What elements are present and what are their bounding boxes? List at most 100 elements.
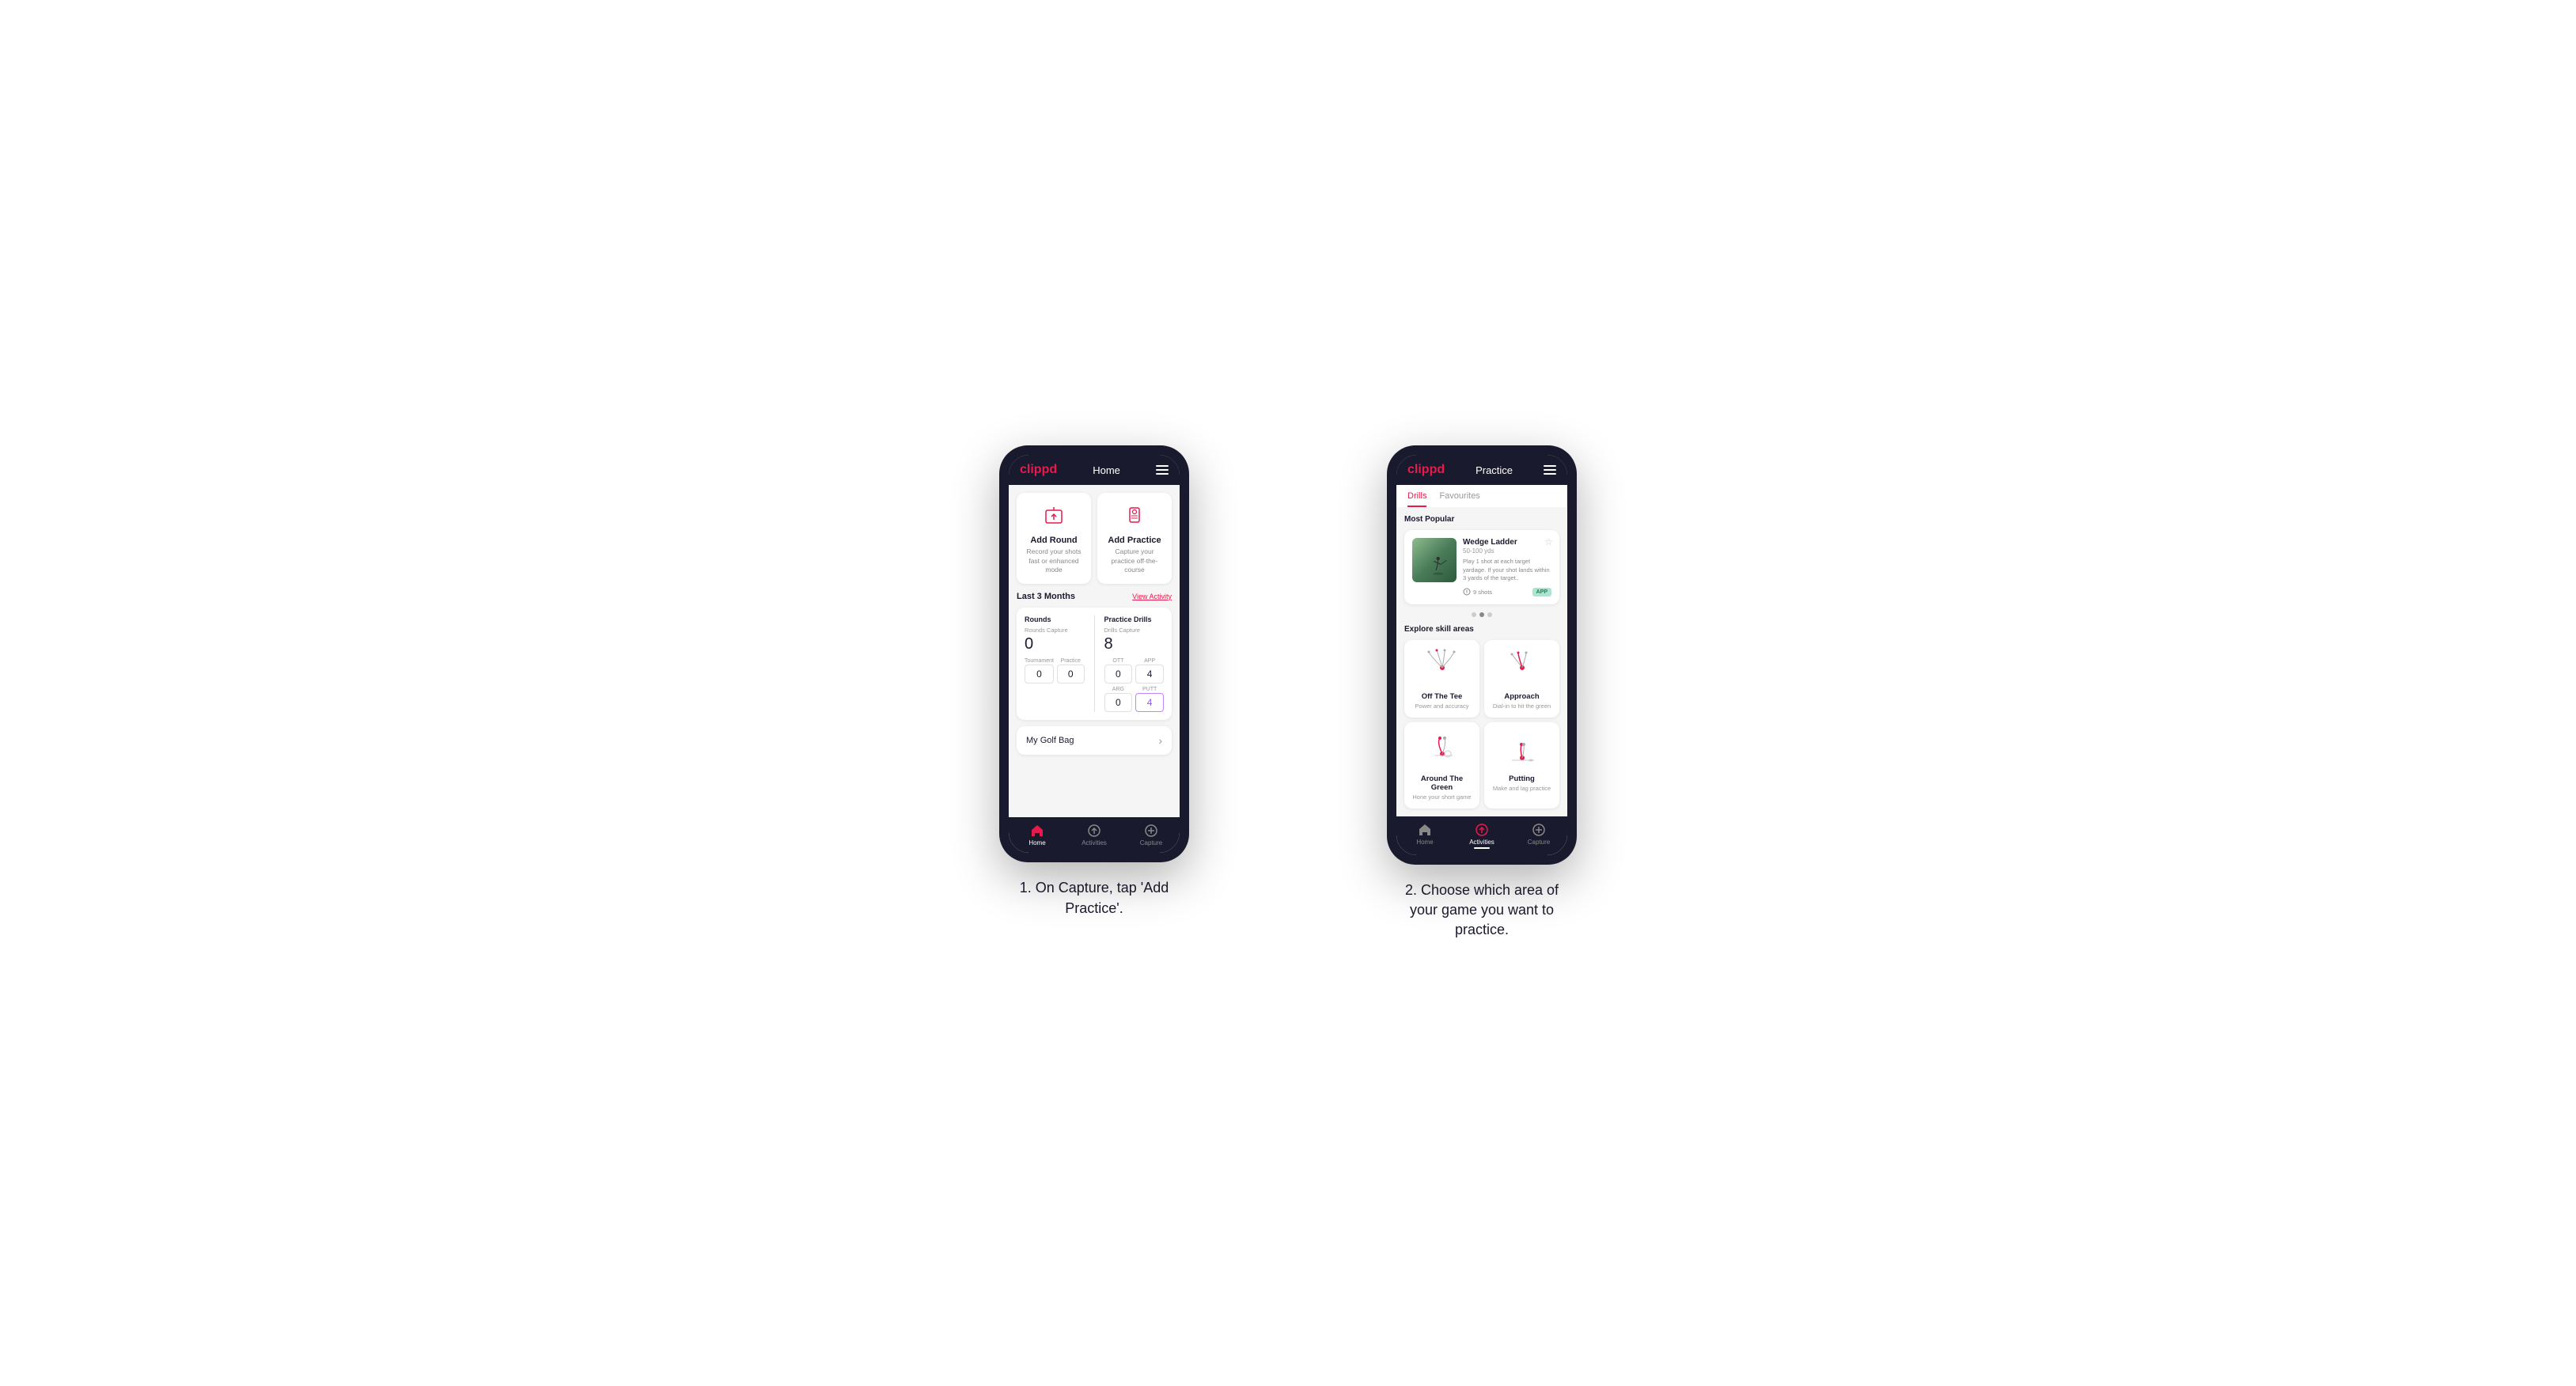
phone-1-screen: clippd Home <box>1009 455 1180 853</box>
chevron-right-icon: › <box>1158 734 1162 747</box>
tab-favourites[interactable]: Favourites <box>1439 485 1479 507</box>
off-the-tee-illustration <box>1412 648 1472 687</box>
instruction-2: 2. Choose which area of your game you wa… <box>1395 880 1569 941</box>
phone-1-section: clippd Home <box>932 445 1256 918</box>
practice-item: Practice 0 <box>1057 658 1085 684</box>
featured-drill-info: Wedge Ladder 50-100 yds Play 1 shot at e… <box>1463 538 1551 596</box>
shots-count: 9 shots <box>1473 589 1492 596</box>
add-practice-card[interactable]: Add Practice Capture your practice off-t… <box>1097 493 1172 583</box>
phone1-header: clippd Home <box>1009 455 1180 485</box>
dot-3 <box>1487 612 1492 617</box>
putt-value: 4 <box>1135 693 1164 712</box>
nav-activities-label: Activities <box>1082 839 1107 846</box>
featured-drill-title: Wedge Ladder <box>1463 538 1551 547</box>
tournament-label: Tournament <box>1025 658 1054 664</box>
putting-title: Putting <box>1492 774 1551 783</box>
off-the-tee-subtitle: Power and accuracy <box>1412 702 1472 710</box>
activities-underline <box>1474 847 1490 849</box>
skill-grid: Off The Tee Power and accuracy <box>1404 640 1559 808</box>
phone2-header: clippd Practice <box>1396 455 1567 485</box>
featured-drill-card[interactable]: Wedge Ladder 50-100 yds Play 1 shot at e… <box>1404 530 1559 604</box>
drills-capture-label: Drills Capture <box>1104 627 1165 634</box>
dots-indicator <box>1404 612 1559 617</box>
phone2-nav-activities[interactable]: Activities <box>1453 816 1510 855</box>
tabs-row: Drills Favourites <box>1396 485 1567 507</box>
skill-card-approach[interactable]: Approach Dial-in to hit the green <box>1484 640 1559 718</box>
phone2-nav-activities-label: Activities <box>1469 839 1494 846</box>
tab-drills[interactable]: Drills <box>1407 485 1426 507</box>
skill-card-around-green[interactable]: Around The Green Hone your short game <box>1404 722 1479 808</box>
around-green-title: Around The Green <box>1412 774 1472 792</box>
drills-col: Practice Drills Drills Capture 8 OTT 0 <box>1104 615 1165 712</box>
my-golf-bag-row[interactable]: My Golf Bag › <box>1017 726 1172 755</box>
add-round-icon <box>1040 502 1068 531</box>
off-the-tee-title: Off The Tee <box>1412 692 1472 701</box>
nav-capture-label: Capture <box>1140 839 1162 846</box>
phone2-menu-icon[interactable] <box>1544 465 1556 475</box>
ott-item: OTT 0 <box>1104 658 1133 684</box>
phone1-content: Add Round Record your shots fast or enha… <box>1009 485 1180 817</box>
putt-item: PUTT 4 <box>1135 687 1164 712</box>
around-green-subtitle: Hone your short game <box>1412 793 1472 801</box>
featured-drill-image <box>1412 538 1457 582</box>
last3months-title: Last 3 Months <box>1017 592 1075 601</box>
menu-icon[interactable] <box>1156 465 1169 475</box>
phone1-header-title: Home <box>1093 464 1120 476</box>
putting-illustration <box>1492 730 1551 770</box>
featured-drill-footer: 9 shots APP <box>1463 588 1551 596</box>
app-value: 4 <box>1135 665 1164 684</box>
approach-subtitle: Dial-in to hit the green <box>1492 702 1551 710</box>
skill-card-putting[interactable]: Putting Make and lag practice <box>1484 722 1559 808</box>
putting-subtitle: Make and lag practice <box>1492 785 1551 792</box>
approach-illustration <box>1492 648 1551 687</box>
shots-info: 9 shots <box>1463 588 1492 596</box>
phone2-nav-home[interactable]: Home <box>1396 816 1453 855</box>
practice-value: 0 <box>1057 665 1085 684</box>
tournament-item: Tournament 0 <box>1025 658 1054 684</box>
rounds-col: Rounds Rounds Capture 0 Tournament 0 <box>1025 615 1085 712</box>
skill-card-off-the-tee[interactable]: Off The Tee Power and accuracy <box>1404 640 1479 718</box>
rounds-capture-label: Rounds Capture <box>1025 627 1085 634</box>
rounds-capture-value: 0 <box>1025 635 1085 653</box>
ott-value: 0 <box>1104 665 1133 684</box>
phone1-bottom-nav: Home Activities <box>1009 817 1180 853</box>
featured-drill-distance: 50-100 yds <box>1463 547 1551 555</box>
phone2-logo: clippd <box>1407 463 1445 477</box>
arg-label: ARG <box>1104 687 1133 692</box>
rounds-sub-grid: Tournament 0 Practice 0 <box>1025 658 1085 684</box>
phone2-header-title: Practice <box>1476 464 1513 476</box>
most-popular-title: Most Popular <box>1404 515 1559 524</box>
phone-1-frame: clippd Home <box>999 445 1189 862</box>
phone-2-section: clippd Practice Drills Favourites Most P… <box>1320 445 1644 940</box>
instruction-2-text: 2. Choose which area of your game you wa… <box>1395 880 1569 941</box>
around-green-illustration <box>1412 730 1472 770</box>
putt-label: PUTT <box>1135 687 1164 692</box>
arg-item: ARG 0 <box>1104 687 1133 712</box>
phone2-bottom-nav: Home Activities <box>1396 816 1567 855</box>
add-practice-title: Add Practice <box>1108 536 1161 545</box>
phone2-nav-home-label: Home <box>1416 839 1433 846</box>
app-label: APP <box>1135 658 1164 664</box>
phone2-nav-capture[interactable]: Capture <box>1510 816 1567 855</box>
featured-drill-desc: Play 1 shot at each target yardage. If y… <box>1463 558 1551 583</box>
practice-label: Practice <box>1057 658 1085 664</box>
nav-home[interactable]: Home <box>1009 817 1066 853</box>
phone-2-screen: clippd Practice Drills Favourites Most P… <box>1396 455 1567 855</box>
add-round-card[interactable]: Add Round Record your shots fast or enha… <box>1017 493 1091 583</box>
my-bag-label: My Golf Bag <box>1026 736 1074 745</box>
action-cards-row: Add Round Record your shots fast or enha… <box>1017 493 1172 583</box>
stats-card: Rounds Rounds Capture 0 Tournament 0 <box>1017 608 1172 720</box>
dot-1 <box>1472 612 1476 617</box>
view-activity-link[interactable]: View Activity <box>1132 593 1172 600</box>
dot-2 <box>1479 612 1484 617</box>
nav-capture[interactable]: Capture <box>1123 817 1180 853</box>
star-icon[interactable]: ☆ <box>1544 536 1553 547</box>
explore-title: Explore skill areas <box>1404 625 1559 634</box>
nav-activities[interactable]: Activities <box>1066 817 1123 853</box>
app-badge: APP <box>1532 588 1551 596</box>
nav-home-label: Home <box>1029 839 1045 846</box>
phone1-logo: clippd <box>1020 463 1057 477</box>
drills-capture-value: 8 <box>1104 635 1165 653</box>
arg-value: 0 <box>1104 693 1133 712</box>
add-practice-icon <box>1120 502 1149 531</box>
